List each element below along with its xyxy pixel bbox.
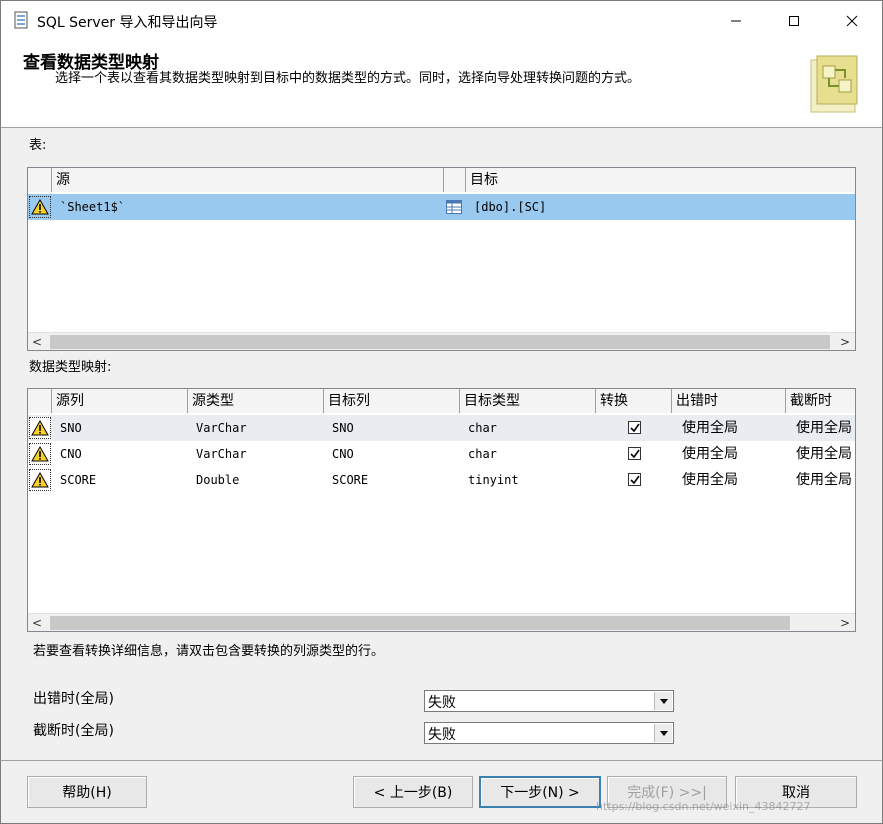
- global-on-trunc-value: 失败: [428, 727, 456, 743]
- table-destination-cell: [dbo].[SC]: [474, 200, 547, 214]
- chevron-down-icon[interactable]: [654, 692, 672, 710]
- src-col-cell: CNO: [60, 447, 82, 461]
- window-title: SQL Server 导入和导出向导: [37, 15, 218, 31]
- dst-col-cell: SCORE: [332, 473, 369, 487]
- global-on-error-label: 出错时(全局): [33, 691, 114, 707]
- convert-checkbox[interactable]: [628, 447, 641, 460]
- on-trunc-cell[interactable]: 使用全局: [790, 441, 855, 467]
- dst-type-cell: char: [468, 447, 497, 461]
- maximize-button[interactable]: [771, 1, 817, 41]
- header-source-type[interactable]: 源类型: [188, 389, 324, 413]
- watermark: https://blog.csdn.net/weixin_43842727: [596, 800, 811, 813]
- wizard-logo-icon: [807, 54, 863, 122]
- app-icon: [13, 11, 29, 29]
- tables-grid-header: 源 目标: [28, 168, 855, 192]
- scroll-left-icon[interactable]: <: [28, 614, 46, 631]
- convert-checkbox[interactable]: [628, 473, 641, 486]
- convert-checkbox[interactable]: [628, 421, 641, 434]
- header-convert[interactable]: 转换: [596, 389, 672, 413]
- minimize-button[interactable]: [713, 1, 759, 41]
- on-error-cell[interactable]: 使用全局: [676, 467, 786, 493]
- tables-header-source[interactable]: 源: [52, 168, 444, 192]
- page-description: 选择一个表以查看其数据类型映射到目标中的数据类型的方式。同时，选择向导处理转换问…: [55, 71, 641, 86]
- on-trunc-cell[interactable]: 使用全局: [790, 467, 855, 493]
- global-on-error-select[interactable]: 失败: [424, 690, 674, 712]
- scroll-thumb[interactable]: [50, 335, 830, 349]
- mapping-grid-header: 源列 源类型 目标列 目标类型 转换 出错时 截断时: [28, 389, 855, 413]
- global-on-trunc-label: 截断时(全局): [33, 723, 114, 739]
- src-col-cell: SCORE: [60, 473, 97, 487]
- mapping-row-cno[interactable]: CNO VarChar CNO char 使用全局 使用全局: [28, 441, 855, 467]
- next-button[interactable]: 下一步(N) >: [479, 776, 601, 808]
- content-area: 表: 源 目标 `Sheet1$` [dbo].[SC] < > 数据类型映射:: [0, 128, 883, 760]
- close-button[interactable]: [829, 1, 875, 41]
- back-button[interactable]: < 上一步(B): [353, 776, 473, 808]
- header-destination-type[interactable]: 目标类型: [460, 389, 596, 413]
- on-trunc-cell[interactable]: 使用全局: [790, 415, 855, 441]
- page-header: 查看数据类型映射 选择一个表以查看其数据类型映射到目标中的数据类型的方式。同时，…: [0, 40, 883, 128]
- global-on-trunc-select[interactable]: 失败: [424, 722, 674, 744]
- mapping-grid[interactable]: 源列 源类型 目标列 目标类型 转换 出错时 截断时 SNO VarChar S…: [27, 388, 856, 632]
- src-type-cell: VarChar: [196, 447, 247, 461]
- info-text: 若要查看转换详细信息，请双击包含要转换的列源类型的行。: [33, 644, 385, 659]
- global-on-error-value: 失败: [428, 695, 456, 711]
- warning-icon: [29, 443, 51, 465]
- footer-bar: 帮助(H) < 上一步(B) 下一步(N) > 完成(F) >>| 取消: [0, 760, 883, 824]
- check-icon: [630, 449, 640, 459]
- warning-icon: [29, 469, 51, 491]
- mapping-hscrollbar[interactable]: < >: [28, 613, 855, 631]
- table-source-cell: `Sheet1$`: [60, 200, 126, 214]
- tables-header-spacer: [444, 168, 466, 192]
- src-type-cell: VarChar: [196, 421, 247, 435]
- check-icon: [630, 423, 640, 433]
- mapping-label: 数据类型映射:: [29, 360, 112, 375]
- warning-icon: [29, 196, 51, 218]
- scroll-right-icon[interactable]: >: [836, 614, 854, 631]
- header-on-truncation[interactable]: 截断时: [786, 389, 855, 413]
- header-on-error[interactable]: 出错时: [672, 389, 786, 413]
- table-icon: [446, 200, 462, 218]
- scroll-left-icon[interactable]: <: [28, 333, 46, 350]
- tables-grid[interactable]: 源 目标 `Sheet1$` [dbo].[SC] < >: [27, 167, 856, 351]
- scroll-thumb[interactable]: [50, 616, 790, 630]
- minimize-icon: [731, 20, 741, 22]
- src-col-cell: SNO: [60, 421, 82, 435]
- dst-col-cell: SNO: [332, 421, 354, 435]
- tables-hscrollbar[interactable]: < >: [28, 332, 855, 350]
- table-row[interactable]: `Sheet1$` [dbo].[SC]: [28, 194, 855, 220]
- tables-header-corner: [28, 168, 52, 192]
- header-destination-column[interactable]: 目标列: [324, 389, 460, 413]
- on-error-cell[interactable]: 使用全局: [676, 441, 786, 467]
- maximize-icon: [789, 16, 799, 26]
- warning-icon: [29, 417, 51, 439]
- dst-type-cell: tinyint: [468, 473, 519, 487]
- mapping-row-score[interactable]: SCORE Double SCORE tinyint 使用全局 使用全局: [28, 467, 855, 493]
- src-type-cell: Double: [196, 473, 240, 487]
- tables-header-destination[interactable]: 目标: [466, 168, 855, 192]
- check-icon: [630, 475, 640, 485]
- dst-type-cell: char: [468, 421, 497, 435]
- chevron-down-icon[interactable]: [654, 724, 672, 742]
- header-source-column[interactable]: 源列: [52, 389, 188, 413]
- tables-label: 表:: [29, 138, 47, 153]
- help-button[interactable]: 帮助(H): [27, 776, 147, 808]
- mapping-header-corner: [28, 389, 52, 413]
- dst-col-cell: CNO: [332, 447, 354, 461]
- close-icon: [846, 15, 858, 27]
- title-bar: SQL Server 导入和导出向导: [0, 0, 883, 40]
- scroll-right-icon[interactable]: >: [836, 333, 854, 350]
- mapping-row-sno[interactable]: SNO VarChar SNO char 使用全局 使用全局: [28, 415, 855, 441]
- on-error-cell[interactable]: 使用全局: [676, 415, 786, 441]
